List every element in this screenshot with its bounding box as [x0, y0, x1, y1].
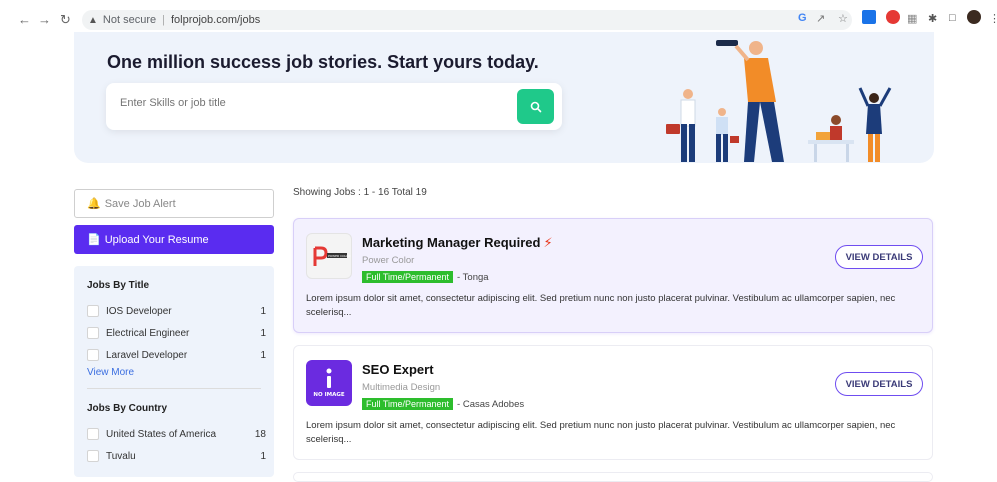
upload-resume-label: Upload Your Resume: [104, 233, 209, 246]
forward-icon[interactable]: →: [38, 12, 51, 27]
reload-icon[interactable]: ↻: [60, 12, 71, 28]
extension-icon[interactable]: ▦: [907, 12, 917, 25]
view-details-button[interactable]: VIEW DETAILS: [835, 372, 923, 396]
extension-icon[interactable]: [862, 10, 876, 24]
upload-resume-button[interactable]: 📄 Upload Your Resume: [74, 225, 274, 254]
job-card[interactable]: NO IMAGE SEO Expert Multimedia Design Fu…: [293, 345, 933, 460]
search-input[interactable]: [120, 97, 500, 109]
file-icon: 📄: [87, 234, 101, 246]
sidebar-icon[interactable]: □: [949, 12, 956, 24]
jobs-by-title-heading: Jobs By Title: [87, 280, 150, 291]
search-button[interactable]: [517, 89, 554, 124]
checkbox[interactable]: [87, 327, 99, 339]
save-job-alert-label: Save Job Alert: [104, 197, 176, 210]
puzzle-icon[interactable]: ✱: [928, 12, 937, 25]
checkbox[interactable]: [87, 305, 99, 317]
extension-icon[interactable]: [886, 10, 900, 24]
url-text: folprojob.com/jobs: [170, 14, 261, 26]
job-title[interactable]: Marketing Manager Required ⚡: [362, 235, 553, 251]
company-name: Multimedia Design: [362, 382, 441, 393]
job-title[interactable]: SEO Expert: [362, 362, 434, 377]
bell-icon: 🔔: [87, 198, 101, 210]
checkbox[interactable]: [87, 428, 99, 440]
view-details-button[interactable]: VIEW DETAILS: [835, 245, 923, 269]
filter-option[interactable]: Tuvalu 1: [87, 448, 267, 464]
hero-illustration: [666, 40, 892, 162]
jobs-by-country-heading: Jobs By Country: [87, 403, 168, 414]
job-description: Lorem ipsum dolor sit amet, consectetur …: [306, 420, 896, 445]
security-label: Not secure: [102, 14, 157, 26]
warning-icon: ▲: [88, 14, 98, 26]
view-more-link[interactable]: View More: [87, 367, 134, 378]
search-icon: [530, 101, 541, 112]
divider: [87, 388, 261, 389]
employment-type-badge: Full Time/Permanent: [362, 398, 454, 410]
filter-option[interactable]: Laravel Developer 1: [87, 347, 267, 363]
company-logo: POWER COLOR: [306, 233, 352, 279]
share-icon[interactable]: ↗: [816, 12, 825, 25]
save-job-alert-button[interactable]: 🔔 Save Job Alert: [74, 189, 274, 218]
back-icon[interactable]: ←: [18, 12, 31, 27]
featured-bolt-icon: ⚡: [543, 235, 553, 250]
svg-text:POWER COLOR: POWER COLOR: [328, 254, 351, 258]
job-meta: Full Time/Permanent - Tonga: [362, 271, 489, 283]
menu-icon[interactable]: ⋮: [989, 12, 997, 25]
svg-text:NO IMAGE: NO IMAGE: [313, 392, 344, 398]
filters-panel: Jobs By Title IOS Developer 1 Electrical…: [74, 266, 274, 477]
job-meta: Full Time/Permanent - Casas Adobes: [362, 398, 524, 410]
filter-option[interactable]: Electrical Engineer 1: [87, 325, 267, 341]
checkbox[interactable]: [87, 349, 99, 361]
google-icon[interactable]: G: [798, 12, 807, 24]
results-summary: Showing Jobs : 1 - 16 Total 19: [293, 187, 427, 198]
filter-option[interactable]: IOS Developer 1: [87, 303, 267, 319]
profile-avatar[interactable]: [967, 10, 981, 24]
company-logo: NO IMAGE: [306, 360, 352, 406]
job-location: - Tonga: [457, 271, 489, 283]
employment-type-badge: Full Time/Permanent: [362, 271, 454, 283]
bookmark-star-icon[interactable]: ☆: [838, 12, 848, 25]
job-location: - Casas Adobes: [457, 398, 525, 410]
checkbox[interactable]: [87, 450, 99, 462]
job-description: Lorem ipsum dolor sit amet, consectetur …: [306, 293, 896, 318]
job-card[interactable]: [293, 472, 933, 482]
job-card[interactable]: POWER COLOR Marketing Manager Required ⚡ …: [293, 218, 933, 333]
address-bar[interactable]: ▲ Not secure | folprojob.com/jobs: [82, 10, 852, 30]
hero-title: One million success job stories. Start y…: [107, 52, 539, 72]
search-box: [106, 83, 562, 130]
company-name: Power Color: [362, 255, 415, 266]
filter-option[interactable]: United States of America 18: [87, 426, 267, 442]
